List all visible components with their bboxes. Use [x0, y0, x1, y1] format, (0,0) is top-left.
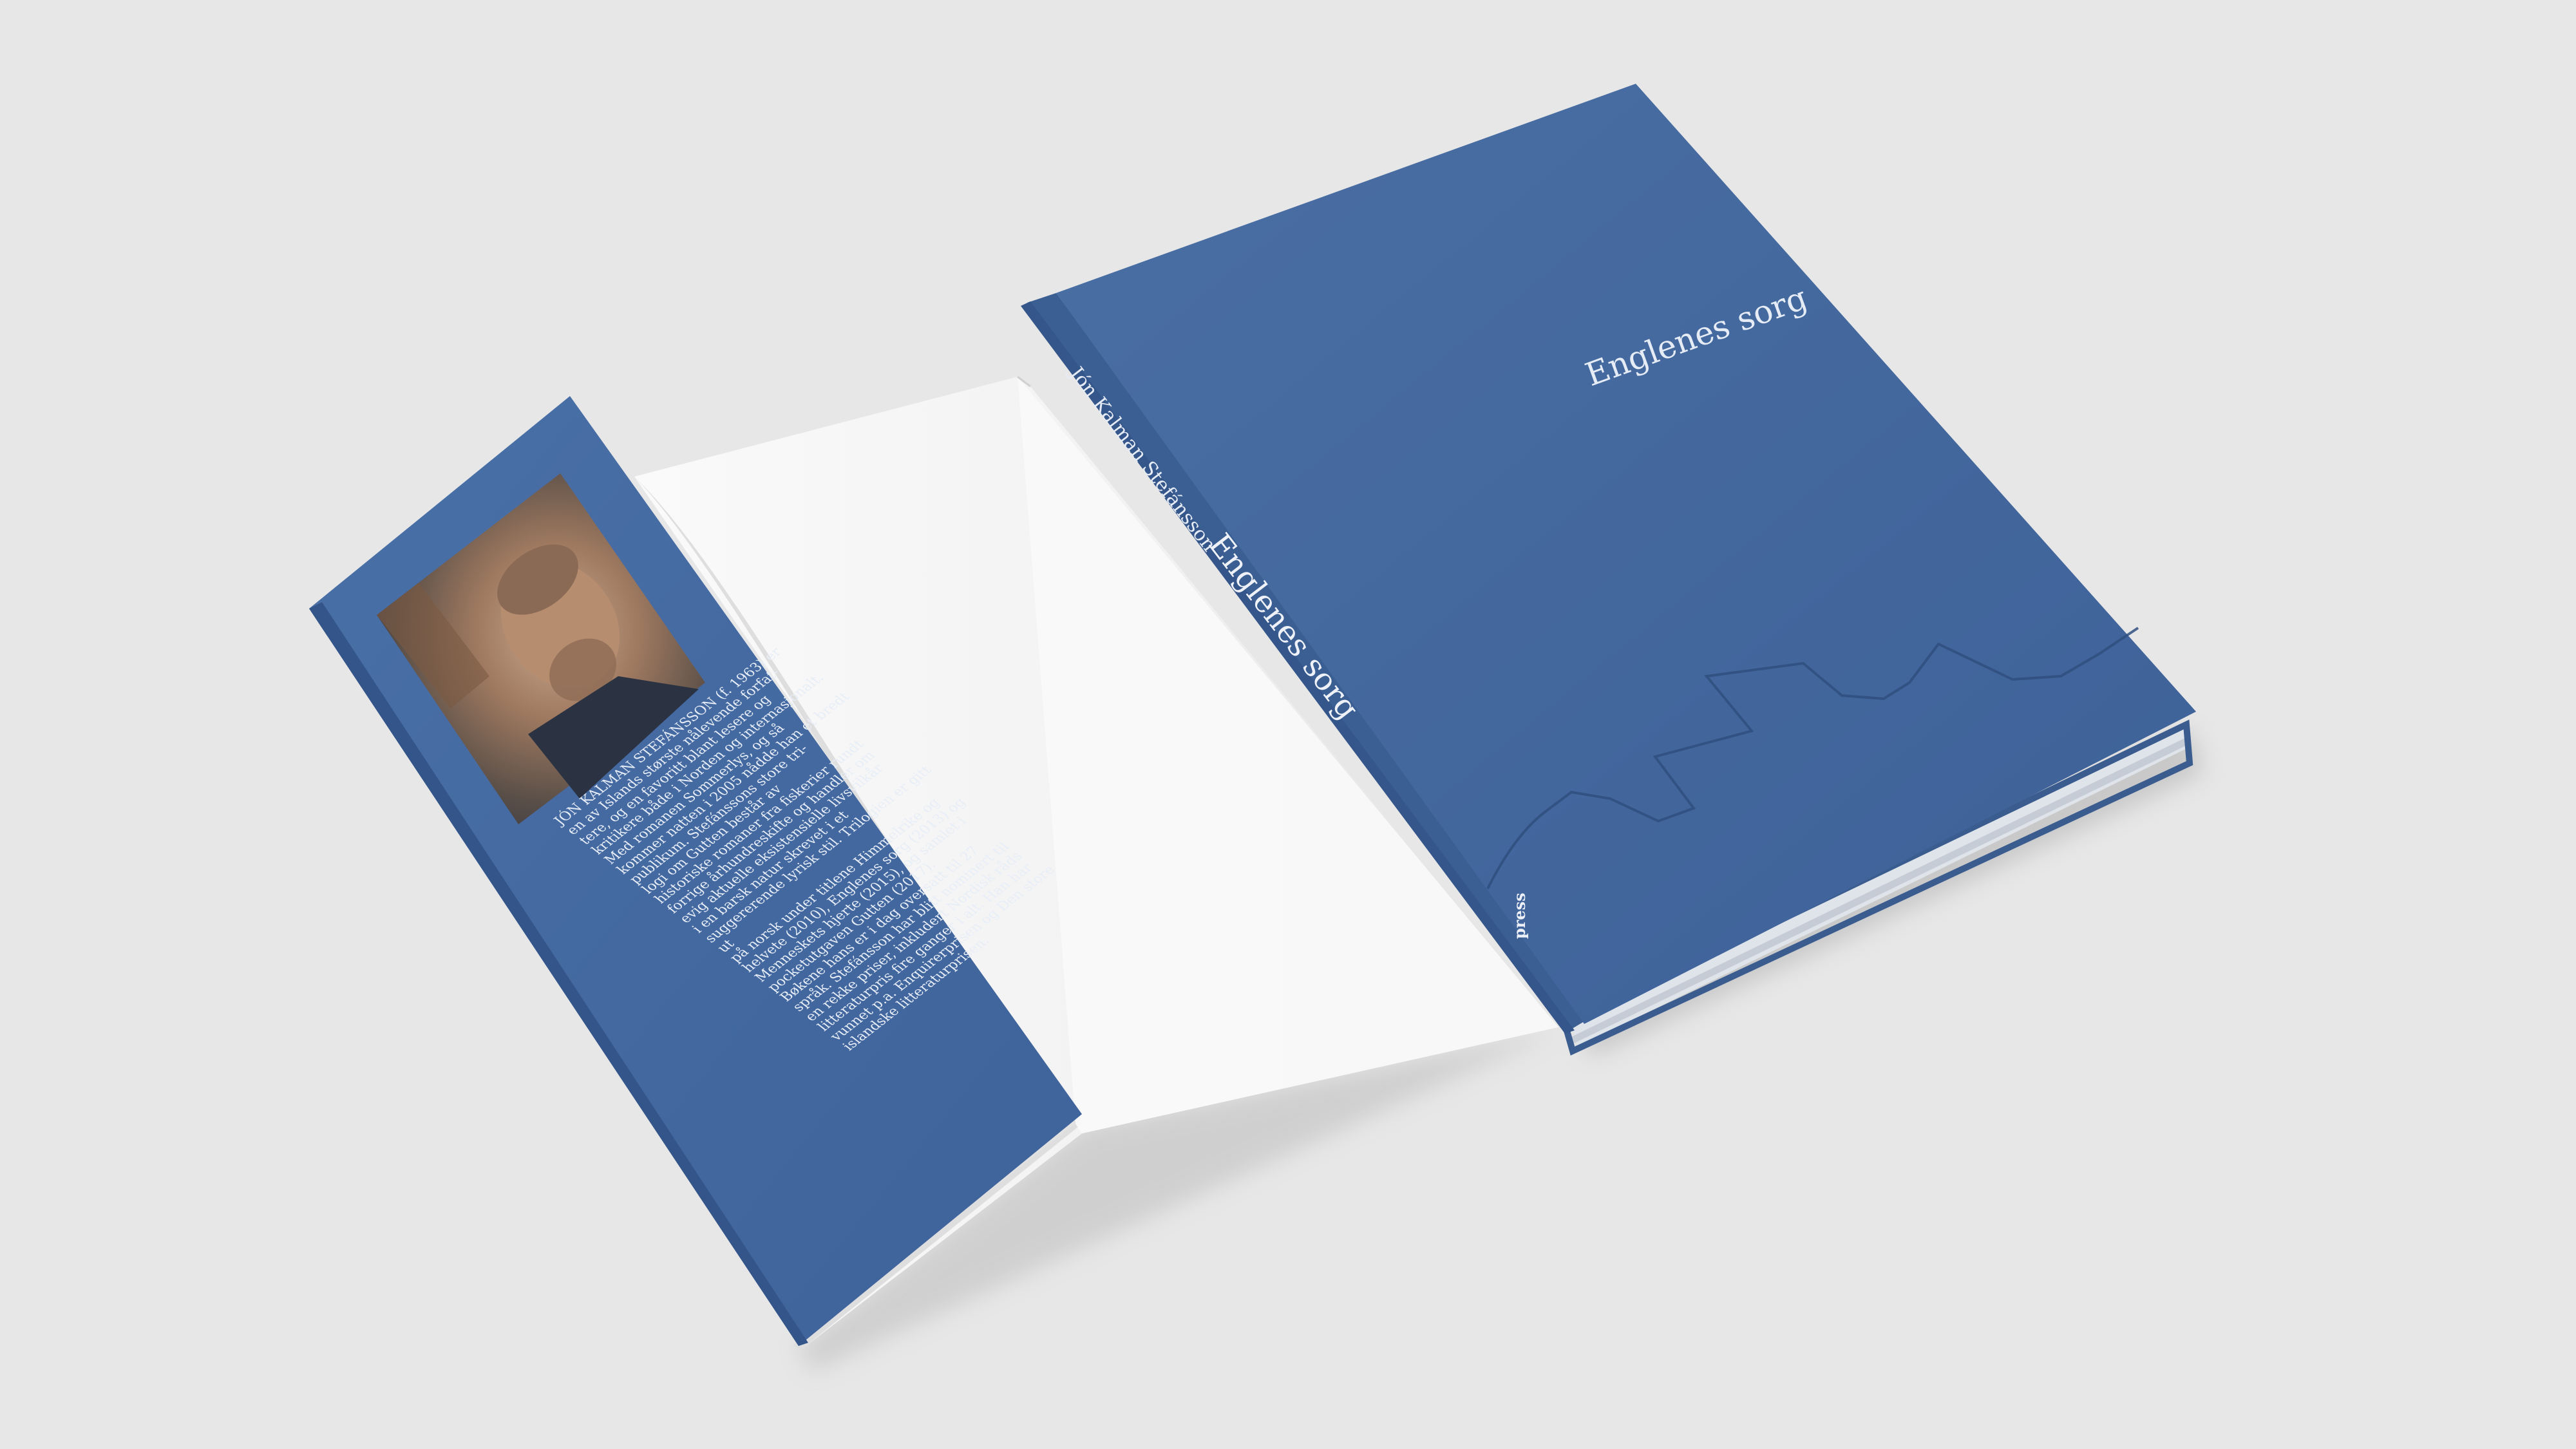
book-mockup-illustration: Englenes sorg Jón Kalman Stefánsson Engl…: [309, 84, 2202, 1372]
book-mockup-scene: Englenes sorg Jón Kalman Stefánsson Engl…: [0, 0, 2576, 1449]
spine-publisher-logo: press: [1510, 893, 1529, 939]
